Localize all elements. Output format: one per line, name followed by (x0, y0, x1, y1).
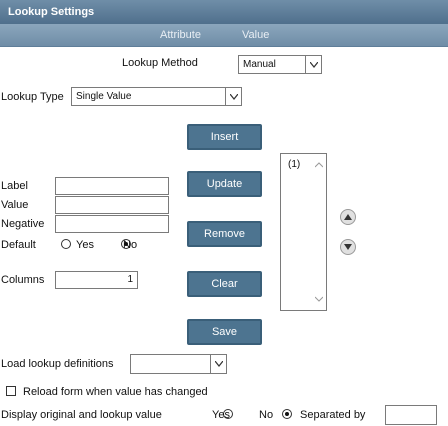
default-yes-radio[interactable] (61, 239, 71, 249)
header-attribute: Attribute (160, 29, 201, 41)
columns-label: Columns (1, 274, 45, 286)
default-label: Default (1, 239, 36, 251)
display-original-yes-label: Yes (212, 409, 230, 421)
clear-button[interactable]: Clear (187, 271, 262, 297)
chevron-down-icon[interactable] (210, 355, 226, 373)
lookup-type-select[interactable]: Single Value (71, 87, 242, 106)
columns-input[interactable]: 1 (55, 271, 138, 289)
reload-label: Reload form when value has changed (23, 386, 208, 398)
lookup-method-value: Manual (243, 59, 276, 70)
default-yes-label: Yes (76, 239, 94, 251)
insert-button[interactable]: Insert (187, 124, 262, 150)
reload-checkbox[interactable] (6, 386, 16, 396)
move-up-icon[interactable] (340, 209, 356, 225)
window-title: Lookup Settings (0, 0, 448, 24)
chevron-down-icon[interactable] (305, 56, 321, 73)
load-defs-label: Load lookup definitions (1, 358, 114, 370)
separated-by-input[interactable] (385, 405, 437, 425)
negative-label: Negative (1, 218, 45, 230)
update-button[interactable]: Update (187, 171, 262, 197)
lookup-method-select[interactable]: Manual (238, 55, 322, 74)
lookup-method-label: Lookup Method (122, 57, 198, 69)
display-original-label: Display original and lookup value (1, 409, 162, 421)
label-label: Label (1, 180, 28, 192)
lookup-values-list[interactable]: (1) (280, 153, 327, 311)
separated-by-label: Separated by (300, 409, 366, 421)
value-input[interactable] (55, 196, 169, 214)
display-original-no-radio[interactable] (282, 409, 293, 419)
negative-input[interactable] (55, 215, 169, 233)
scroll-up-icon[interactable] (314, 159, 324, 171)
value-label: Value (1, 199, 29, 211)
display-original-no-label: No (259, 409, 274, 421)
chevron-down-icon[interactable] (225, 88, 241, 105)
column-header-bar: Attribute Value (0, 24, 448, 47)
move-down-icon[interactable] (340, 239, 356, 255)
lookup-type-label: Lookup Type (1, 91, 64, 103)
scroll-down-icon[interactable] (314, 293, 324, 305)
save-button[interactable]: Save (187, 319, 262, 345)
label-input[interactable] (55, 177, 169, 195)
lookup-type-value: Single Value (76, 91, 132, 102)
default-no-label: No (123, 239, 138, 251)
remove-button[interactable]: Remove (187, 221, 262, 247)
header-value: Value (242, 29, 270, 41)
load-defs-select[interactable] (130, 354, 227, 374)
list-item[interactable]: (1) (288, 159, 300, 170)
